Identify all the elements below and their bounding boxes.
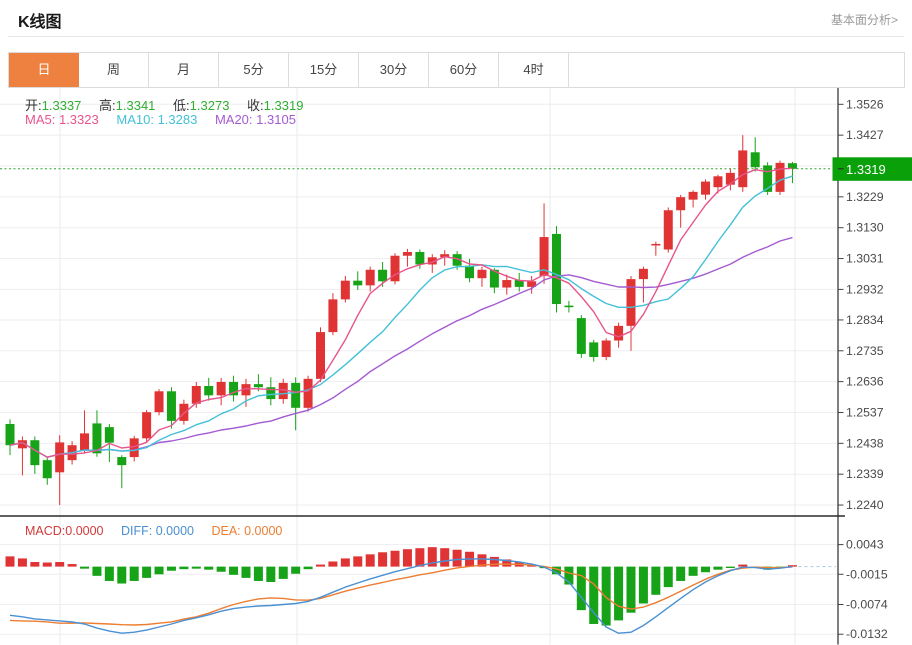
high-value: 1.3341 xyxy=(116,98,156,113)
tab-month[interactable]: 月 xyxy=(149,53,219,87)
fundamental-analysis-link[interactable]: 基本面分析> xyxy=(831,11,898,28)
ma20-label: MA20: xyxy=(215,112,253,127)
ma5-label: MA5: xyxy=(25,112,55,127)
tab-60min[interactable]: 60分 xyxy=(429,53,499,87)
svg-text:-0.0074: -0.0074 xyxy=(846,598,888,612)
ma5-value: 1.3323 xyxy=(59,112,99,127)
kline-chart-canvas: 1.35261.34271.33281.32291.31301.30311.29… xyxy=(0,88,912,645)
header-divider xyxy=(8,36,904,37)
close-value: 1.3319 xyxy=(264,98,304,113)
low-label: 低: xyxy=(173,98,190,113)
tab-5min[interactable]: 5分 xyxy=(219,53,289,87)
tab-15min[interactable]: 15分 xyxy=(289,53,359,87)
current-price-tag: 1.3319 xyxy=(833,157,912,181)
open-value: 1.3337 xyxy=(42,98,82,113)
ma10-line xyxy=(10,176,792,457)
kline-page: K线图 基本面分析> 日周月5分15分30分60分4时 1.3526 1.3427… xyxy=(0,0,912,645)
macd-histogram xyxy=(6,547,797,625)
diff-line xyxy=(10,559,792,633)
dea-label: DEA: xyxy=(211,524,240,538)
svg-text:-0.0132: -0.0132 xyxy=(846,627,888,641)
open-label: 开: xyxy=(25,98,42,113)
svg-text:-0.0015: -0.0015 xyxy=(846,567,888,581)
svg-text:0.0043: 0.0043 xyxy=(846,538,884,552)
svg-text:1.2339: 1.2339 xyxy=(846,467,884,481)
ma20-line xyxy=(10,238,792,458)
svg-text:1.2636: 1.2636 xyxy=(846,375,884,389)
ma20-value: 1.3105 xyxy=(256,112,296,127)
tab-4hour[interactable]: 4时 xyxy=(499,53,569,87)
ma10-value: 1.3283 xyxy=(158,112,198,127)
svg-text:1.2537: 1.2537 xyxy=(846,405,884,419)
svg-text:1.2438: 1.2438 xyxy=(846,436,884,450)
macd-label: MACD: xyxy=(25,524,65,538)
tab-30min[interactable]: 30分 xyxy=(359,53,429,87)
svg-text:1.3526: 1.3526 xyxy=(846,97,884,111)
close-label: 收: xyxy=(247,98,264,113)
svg-text:1.2834: 1.2834 xyxy=(846,313,884,327)
current-price-tag-text: 1.3319 xyxy=(846,162,886,177)
ma10-label: MA10: xyxy=(116,112,154,127)
timeframe-tabbar: 日周月5分15分30分60分4时 xyxy=(8,52,905,88)
macd-axis-labels: 0.0043 -0.0015 -0.0074 -0.0132 xyxy=(838,538,888,642)
tab-week[interactable]: 周 xyxy=(79,53,149,87)
macd-readout: MACD:0.0000 DIFF: 0.0000 DEA: 0.0000 xyxy=(25,524,296,538)
low-value: 1.3273 xyxy=(190,98,230,113)
tab-day[interactable]: 日 xyxy=(9,53,79,87)
diff-label: DIFF: xyxy=(121,524,152,538)
svg-text:1.3427: 1.3427 xyxy=(846,128,884,142)
svg-text:1.2932: 1.2932 xyxy=(846,282,884,296)
svg-text:1.3229: 1.3229 xyxy=(846,190,884,204)
ma-readout: MA5: 1.3323 MA10: 1.3283 MA20: 1.3105 xyxy=(25,112,310,127)
svg-text:1.3130: 1.3130 xyxy=(846,221,884,235)
svg-text:1.2240: 1.2240 xyxy=(846,498,884,512)
high-label: 高: xyxy=(99,98,116,113)
page-title: K线图 xyxy=(18,8,62,32)
dea-value: 0.0000 xyxy=(244,524,282,538)
chart-area[interactable]: 1.35261.34271.33281.32291.31301.30311.29… xyxy=(0,88,912,645)
ma5-line xyxy=(10,168,792,457)
macd-value: 0.0000 xyxy=(65,524,103,538)
diff-value: 0.0000 xyxy=(156,524,194,538)
svg-text:1.2735: 1.2735 xyxy=(846,344,884,358)
svg-text:1.3031: 1.3031 xyxy=(846,252,884,266)
dea-line xyxy=(10,564,792,625)
